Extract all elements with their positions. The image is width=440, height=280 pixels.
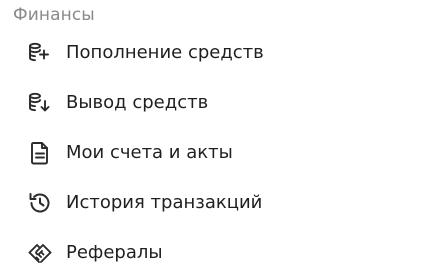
menu-item-referrals[interactable]: Рефералы bbox=[0, 228, 440, 278]
menu-item-invoices[interactable]: Мои счета и акты bbox=[0, 128, 440, 178]
menu-item-label: Рефералы bbox=[66, 242, 163, 263]
menu-item-label: История транзакций bbox=[66, 192, 263, 213]
handshake-icon bbox=[27, 240, 53, 266]
coins-plus-icon bbox=[27, 40, 53, 66]
menu-item-top-up[interactable]: Пополнение средств bbox=[0, 28, 440, 78]
history-icon bbox=[27, 190, 53, 216]
menu-item-label: Вывод средств bbox=[66, 92, 209, 113]
menu-item-label: Пополнение средств bbox=[66, 42, 264, 63]
coins-withdraw-icon bbox=[27, 90, 53, 116]
finance-menu: Пополнение средств Вывод средств Мои сче bbox=[0, 28, 440, 278]
menu-item-history[interactable]: История транзакций bbox=[0, 178, 440, 228]
section-title: Финансы bbox=[13, 5, 95, 25]
menu-item-withdraw[interactable]: Вывод средств bbox=[0, 78, 440, 128]
menu-item-label: Мои счета и акты bbox=[66, 142, 233, 163]
document-icon bbox=[27, 140, 53, 166]
